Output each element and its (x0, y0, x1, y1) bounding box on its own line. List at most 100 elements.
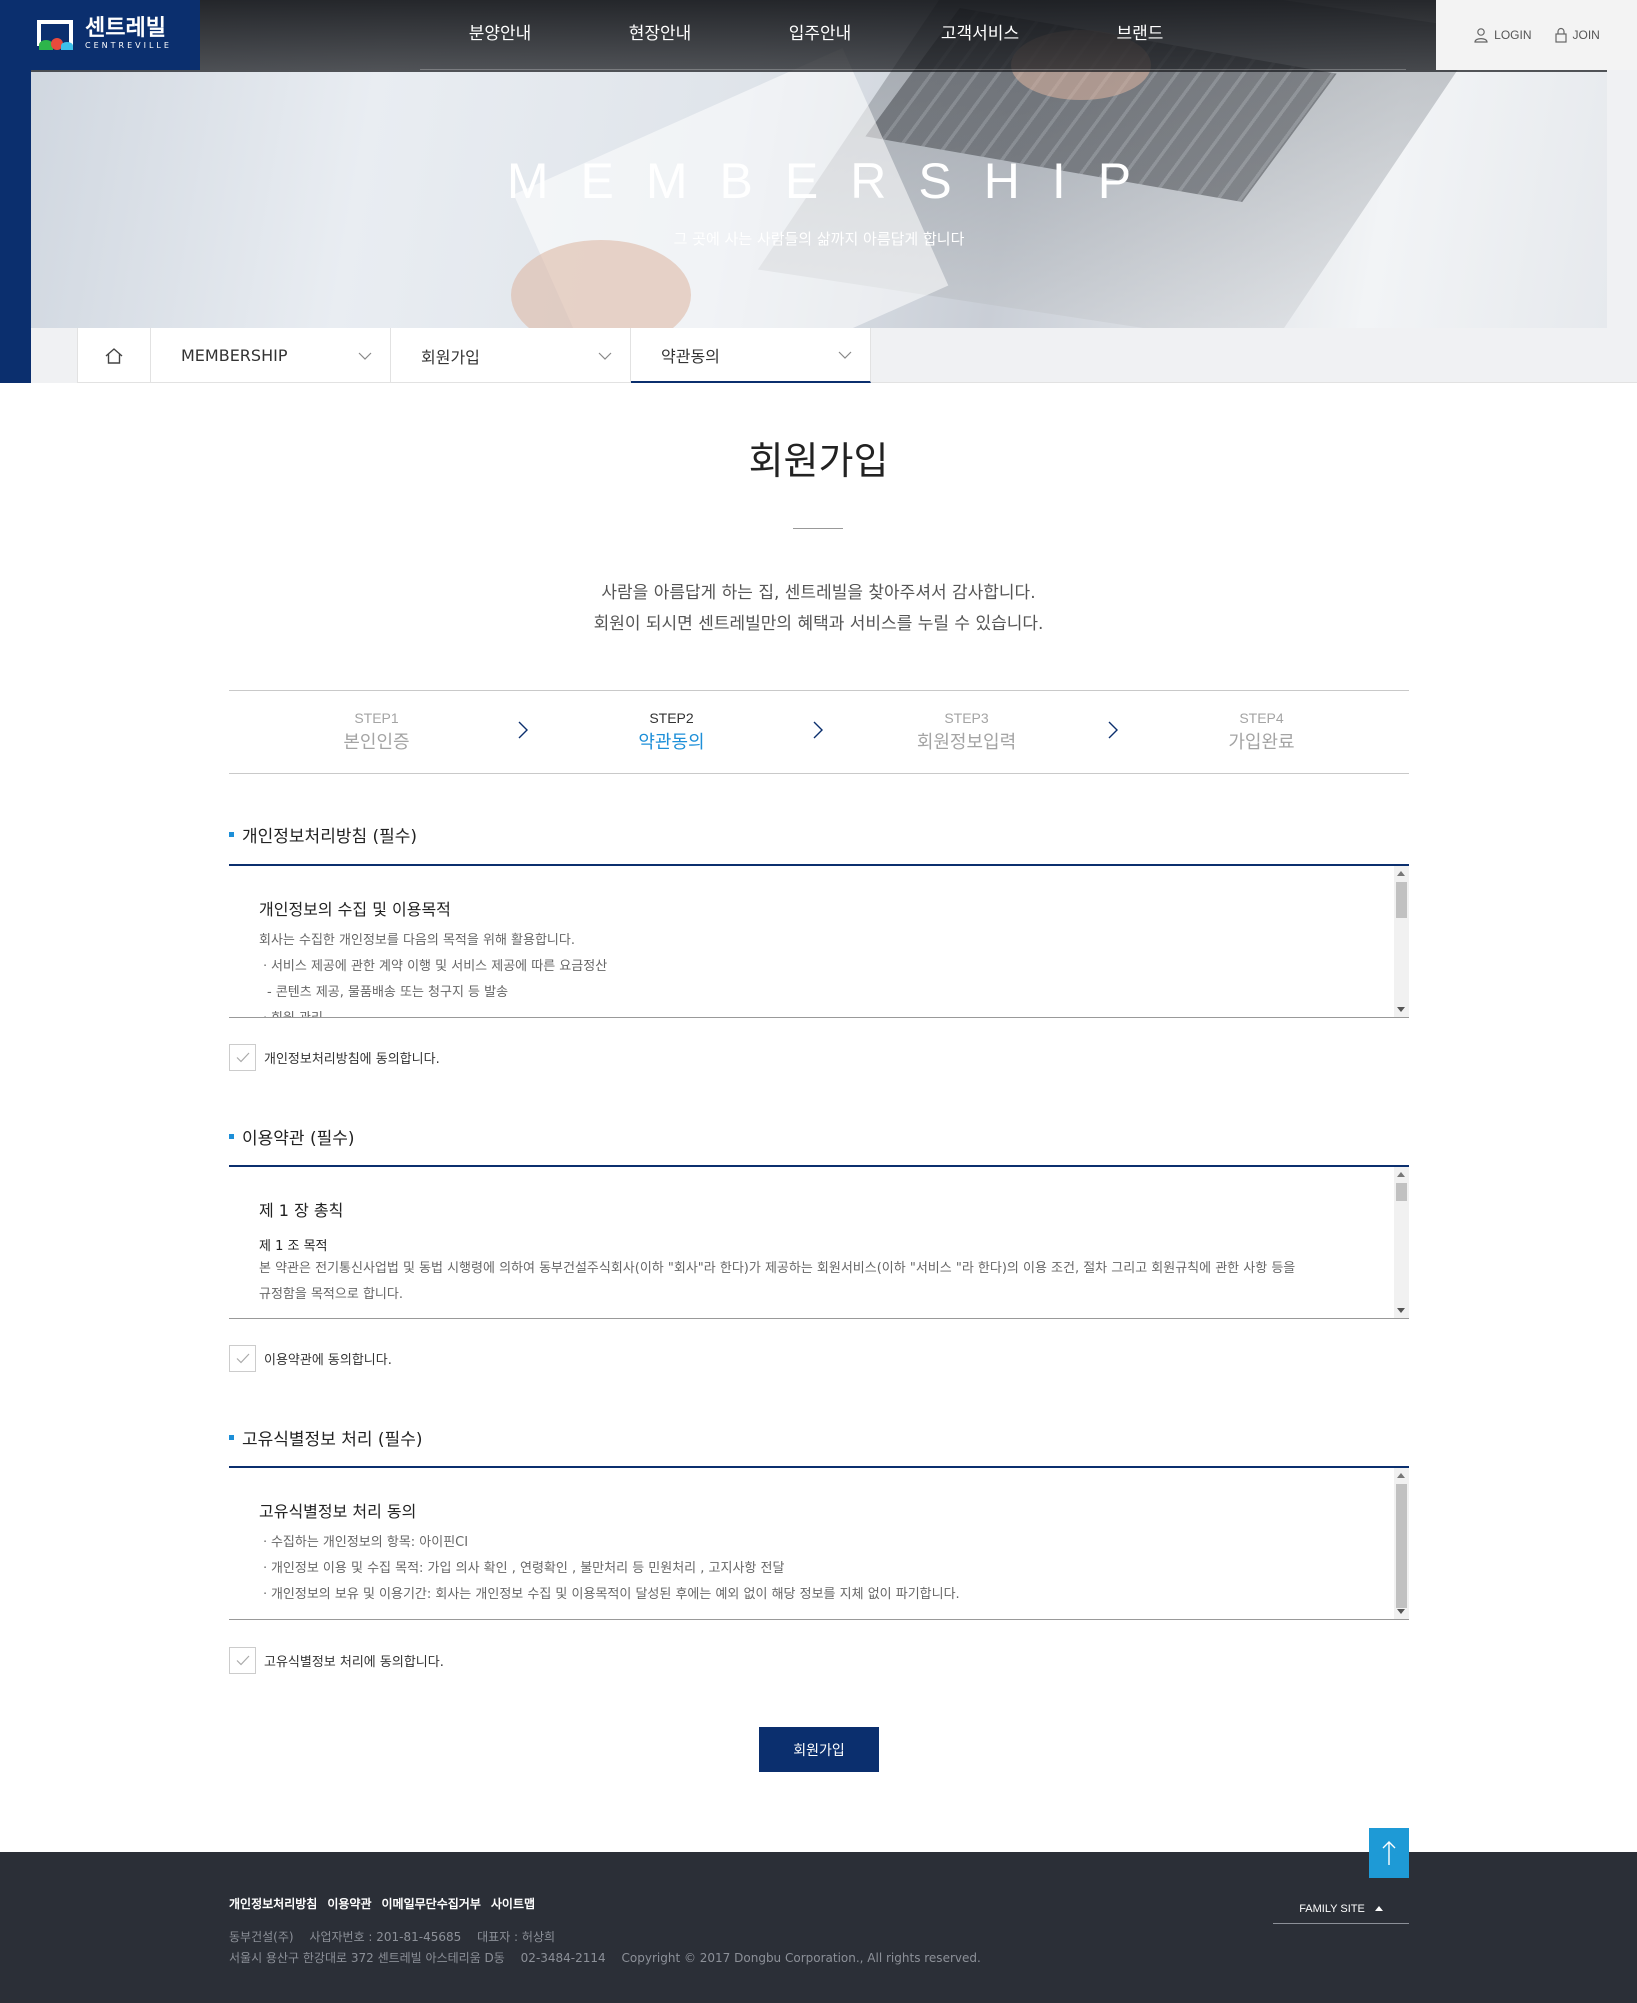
caret-up-icon (1374, 1906, 1383, 1911)
intro-line: 사람을 아름답게 하는 집, 센트레빌을 찾아주셔서 감사합니다. (601, 583, 1036, 603)
user-icon (1474, 28, 1488, 43)
footer-company-info: 동부건설(주) 사업자번호 : 201-81-45685 대표자 : 허상희 (229, 1928, 567, 1945)
scroll-up-icon[interactable] (1397, 871, 1405, 876)
footer-address-info: 서울시 용산구 한강대로 372 센트레빌 아스테리움 D동 02-3484-2… (229, 1949, 993, 1966)
agree-label: 고유식별정보 처리에 동의합니다. (264, 1655, 444, 1670)
scroll-thumb[interactable] (1396, 882, 1407, 918)
location-dropdown-depth2[interactable]: 회원가입 (391, 328, 631, 383)
login-label: LOGIN (1494, 28, 1532, 42)
home-icon (105, 347, 123, 364)
login-link[interactable]: LOGIN (1473, 27, 1532, 43)
scroll-up-icon[interactable] (1397, 1172, 1405, 1177)
chevron-down-icon (838, 351, 852, 359)
footer-link-email-refusal[interactable]: 이메일무단수집거부 (382, 1895, 481, 1912)
step-number: STEP3 (944, 710, 989, 726)
checkmark-icon (236, 1655, 249, 1666)
step-3: STEP3 회원정보입력 (819, 691, 1118, 773)
home-button[interactable] (77, 328, 151, 383)
bullet-icon (229, 1134, 234, 1139)
footer-links: 개인정보처리방침 이용약관 이메일무단수집거부 사이트맵 (229, 1895, 535, 1912)
agree-label: 개인정보처리방침에 동의합니다. (264, 1052, 440, 1067)
arrow-up-icon (1382, 1841, 1396, 1865)
nav-item-sites[interactable]: 현장안내 (580, 0, 740, 70)
section-title-text: 이용약관 (필수) (242, 1129, 355, 1149)
section-title-terms: 이용약관 (필수) (229, 1124, 355, 1149)
family-site-select[interactable]: FAMILY SITE (1273, 1894, 1409, 1924)
footer-phone: 02-3484-2114 (520, 1951, 606, 1965)
step-label: 약관동의 (638, 732, 705, 753)
logo-text-en: CENTREVILLE (85, 41, 172, 50)
nav-item-sales[interactable]: 분양안내 (420, 0, 580, 70)
terms-heading: 제 1 장 총칙 (259, 1201, 344, 1220)
step-1: STEP1 본인인증 (229, 691, 528, 773)
terms-line: ㆍ개인정보 이용 및 수집 목적: 가입 의사 확인 , 연령확인 , 불만처리… (259, 1561, 785, 1576)
footer-address: 서울시 용산구 한강대로 372 센트레빌 아스테리움 D동 (229, 1951, 505, 1965)
page-title: 회원가입 (748, 439, 889, 483)
agree-privacy[interactable]: 개인정보처리방침에 동의합니다. (229, 1044, 440, 1071)
scroll-down-icon[interactable] (1397, 1007, 1405, 1012)
scroll-down-icon[interactable] (1397, 1609, 1405, 1614)
scroll-to-top-button[interactable] (1369, 1828, 1409, 1878)
scroll-thumb[interactable] (1396, 1183, 1407, 1201)
left-brand-strip (0, 0, 31, 383)
scroll-up-icon[interactable] (1397, 1473, 1405, 1478)
agree-unique-id-checkbox[interactable] (229, 1647, 256, 1674)
terms-subheading: 제 1 조 목적 (259, 1239, 328, 1254)
logo-mark-icon (35, 18, 77, 52)
privacy-policy-box[interactable]: 개인정보의 수집 및 이용목적 회사는 수집한 개인정보를 다음의 목적을 위해… (229, 864, 1409, 1018)
hero-subtitle: 그 곳에 사는 사람들의 삶까지 아름답게 합니다 (673, 230, 965, 248)
step-label: 가입완료 (1228, 732, 1295, 753)
agree-terms[interactable]: 이용약관에 동의합니다. (229, 1345, 392, 1372)
scrollbar[interactable] (1394, 866, 1409, 1017)
terms-line: ㆍ서비스 제공에 관한 계약 이행 및 서비스 제공에 따른 요금정산 (259, 959, 608, 974)
terms-line: ㆍ개인정보의 보유 및 이용기간: 회사는 개인정보 수집 및 이용목적이 달성… (259, 1587, 960, 1602)
location-dropdown-depth3[interactable]: 약관동의 (631, 328, 871, 383)
step-4: STEP4 가입완료 (1114, 691, 1409, 773)
scroll-thumb[interactable] (1396, 1484, 1407, 1608)
step-2-current: STEP2 약관동의 (524, 691, 823, 773)
nav-divider (420, 69, 1406, 70)
nav-item-move-in[interactable]: 입주안내 (740, 0, 900, 70)
terms-line: - 콘텐츠 제공, 물품배송 또는 청구지 등 발송 (267, 985, 509, 1000)
footer-link-sitemap[interactable]: 사이트맵 (491, 1895, 535, 1912)
terms-heading: 개인정보의 수집 및 이용목적 (259, 900, 451, 919)
terms-heading: 고유식별정보 처리 동의 (259, 1502, 417, 1521)
terms-line: 규정함을 목적으로 합니다. (259, 1287, 403, 1302)
bullet-icon (229, 832, 234, 837)
location-dropdown-depth1[interactable]: MEMBERSHIP (151, 328, 391, 383)
nav-item-brand[interactable]: 브랜드 (1060, 0, 1220, 70)
location-bar-rule (871, 382, 1637, 383)
location-bar: MEMBERSHIP 회원가입 약관동의 (77, 328, 871, 383)
footer-company: 동부건설(주) (229, 1930, 294, 1944)
terms-line: ㆍ수집하는 개인정보의 항목: 아이핀CI (259, 1535, 469, 1550)
section-title-text: 고유식별정보 처리 (필수) (242, 1430, 423, 1450)
unique-id-box[interactable]: 고유식별정보 처리 동의 ㆍ수집하는 개인정보의 항목: 아이핀CI ㆍ개인정보… (229, 1466, 1409, 1620)
footer-link-terms[interactable]: 이용약관 (327, 1895, 371, 1912)
agree-unique-id[interactable]: 고유식별정보 처리에 동의합니다. (229, 1647, 444, 1674)
section-title-unique-id: 고유식별정보 처리 (필수) (229, 1425, 422, 1450)
footer-bizno: 사업자번호 : 201-81-45685 (309, 1930, 462, 1944)
location-label: 약관동의 (661, 346, 720, 366)
step-number: STEP4 (1239, 710, 1284, 726)
section-title-privacy: 개인정보처리방침 (필수) (229, 822, 417, 847)
intro-line: 회원이 되시면 센트레빌만의 혜택과 서비스를 누릴 수 있습니다. (593, 614, 1044, 634)
checkmark-icon (236, 1353, 249, 1364)
scroll-down-icon[interactable] (1397, 1308, 1405, 1313)
agree-privacy-checkbox[interactable] (229, 1044, 256, 1071)
join-link[interactable]: JOIN (1554, 27, 1600, 43)
logo-text-ko: 센트레빌 (85, 16, 166, 41)
section-title-text: 개인정보처리방침 (필수) (242, 827, 418, 847)
agree-terms-checkbox[interactable] (229, 1345, 256, 1372)
hero-title: MEMBERSHIP (506, 153, 1164, 209)
site-logo[interactable]: 센트레빌 CENTREVILLE (31, 0, 200, 70)
terms-line: 회사는 수집한 개인정보를 다음의 목적을 위해 활용합니다. (259, 933, 575, 948)
family-site-label: FAMILY SITE (1299, 1902, 1365, 1915)
scrollbar[interactable] (1394, 1468, 1409, 1619)
signup-submit-button[interactable]: 회원가입 (759, 1727, 879, 1772)
chevron-down-icon (598, 352, 612, 360)
step-number: STEP1 (354, 710, 399, 726)
scrollbar[interactable] (1394, 1167, 1409, 1318)
terms-of-use-box[interactable]: 제 1 장 총칙 제 1 조 목적 본 약관은 전기통신사업법 및 동법 시행령… (229, 1165, 1409, 1319)
nav-item-customer-service[interactable]: 고객서비스 (900, 0, 1060, 70)
footer-link-privacy[interactable]: 개인정보처리방침 (229, 1895, 317, 1912)
